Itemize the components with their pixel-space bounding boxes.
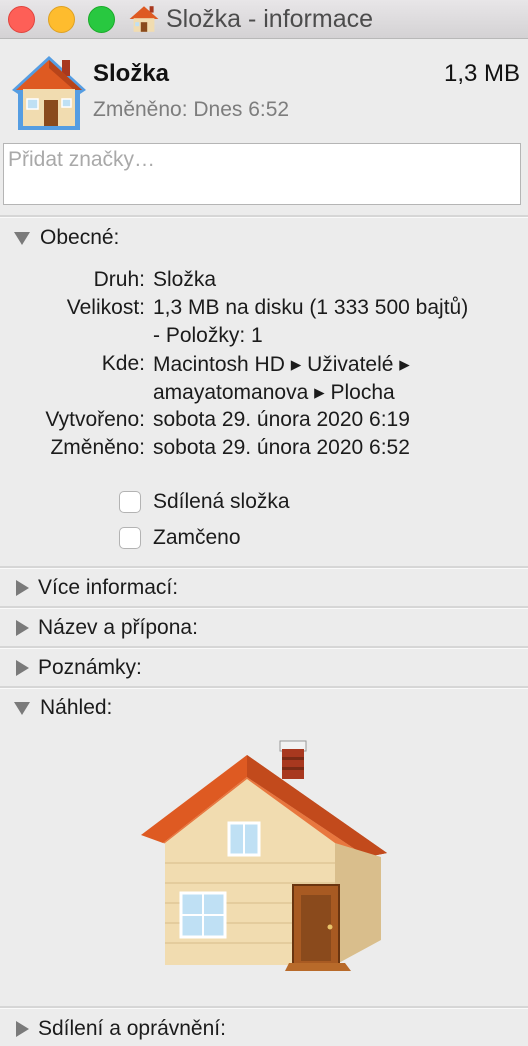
disclosure-expanded-icon[interactable] xyxy=(14,231,30,245)
section-more-info[interactable]: Více informací: xyxy=(0,573,528,603)
locked-checkbox[interactable] xyxy=(119,527,141,549)
item-modified: Změněno: Dnes 6:52 xyxy=(93,98,290,121)
disclosure-collapsed-icon[interactable] xyxy=(16,620,29,636)
disclosure-collapsed-icon[interactable] xyxy=(16,660,29,676)
minimize-button[interactable] xyxy=(48,6,75,33)
info-key: Druh: xyxy=(93,268,145,291)
home-folder-icon xyxy=(12,56,86,130)
shared-folder-checkbox[interactable] xyxy=(119,491,141,513)
divider xyxy=(0,686,528,689)
info-key: Vytvořeno: xyxy=(45,408,145,431)
section-label: Více informací: xyxy=(38,576,179,599)
tags-input[interactable] xyxy=(4,144,520,172)
section-label: Obecné: xyxy=(40,226,120,249)
zoom-button[interactable] xyxy=(88,6,115,33)
info-value: Macintosh HD ▸ Uživatelé ▸ xyxy=(153,353,410,376)
window-title: Složka - informace xyxy=(166,4,374,33)
section-label: Náhled: xyxy=(40,696,113,719)
section-sharing-permissions[interactable]: Sdílení a oprávnění: xyxy=(0,1014,528,1044)
section-general[interactable]: Obecné: xyxy=(0,223,528,253)
shared-folder-label: Sdílená složka xyxy=(153,490,290,513)
locked-label: Zamčeno xyxy=(153,526,241,549)
info-key: Kde: xyxy=(101,352,145,375)
info-value: sobota 29. února 2020 6:52 xyxy=(153,436,410,459)
disclosure-expanded-icon[interactable] xyxy=(14,701,30,715)
tags-field[interactable] xyxy=(3,143,521,205)
section-comments[interactable]: Poznámky: xyxy=(0,653,528,683)
item-size: 1,3 MB xyxy=(443,60,520,87)
title-bar[interactable]: Složka - informace xyxy=(0,0,528,39)
info-value: sobota 29. února 2020 6:19 xyxy=(153,408,410,431)
house-preview-image xyxy=(141,740,387,971)
divider xyxy=(0,1006,528,1009)
home-folder-icon xyxy=(129,6,159,32)
divider xyxy=(0,646,528,649)
info-value: amayatomanova ▸ Plocha xyxy=(153,381,395,404)
disclosure-collapsed-icon[interactable] xyxy=(16,1021,29,1037)
info-key: Velikost: xyxy=(66,296,145,319)
info-key: Změněno: xyxy=(50,436,145,459)
close-button[interactable] xyxy=(8,6,35,33)
divider xyxy=(0,606,528,609)
divider xyxy=(0,215,528,218)
section-label: Poznámky: xyxy=(38,656,142,679)
section-label: Sdílení a oprávnění: xyxy=(38,1017,226,1040)
section-label: Název a přípona: xyxy=(38,616,198,639)
info-value: Složka xyxy=(153,268,217,291)
section-preview[interactable]: Náhled: xyxy=(0,693,528,723)
window-title-group: Složka - informace xyxy=(128,2,373,36)
info-value: 1,3 MB na disku (1 333 500 bajtů) xyxy=(153,296,469,319)
section-name-extension[interactable]: Název a přípona: xyxy=(0,613,528,643)
divider xyxy=(0,566,528,569)
disclosure-collapsed-icon[interactable] xyxy=(16,580,29,596)
info-value: - Položky: 1 xyxy=(153,324,263,347)
item-name: Složka xyxy=(93,60,170,87)
